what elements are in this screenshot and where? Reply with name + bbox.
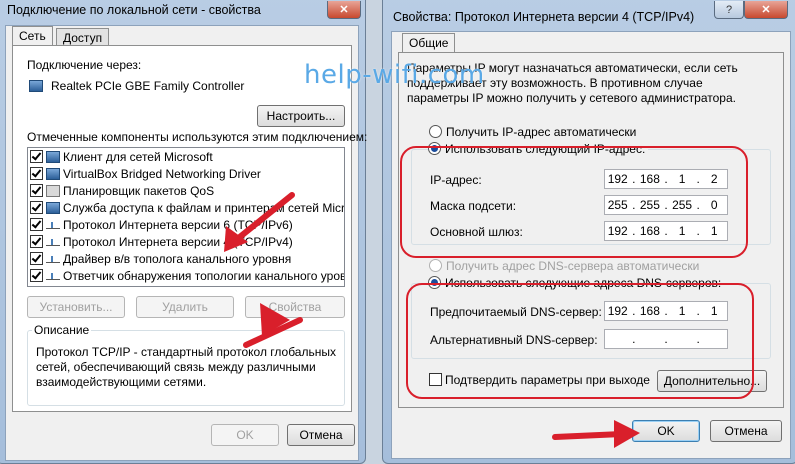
close-button[interactable]: ✕ xyxy=(327,1,361,19)
tab-network-label: Сеть xyxy=(19,29,46,43)
checkbox[interactable] xyxy=(30,218,43,232)
list-item[interactable]: Планировщик пакетов QoS xyxy=(30,183,214,200)
network-client-icon xyxy=(46,150,60,163)
list-item-label: Служба доступа к файлам и принтерам сете… xyxy=(63,201,345,215)
dialog-body: Сеть Доступ Подключение через: Realtek P… xyxy=(5,25,367,461)
description-group: Описание Протокол TCP/IP - стандартный п… xyxy=(27,323,345,406)
list-item[interactable]: Протокол Интернета версии 4 (TCP/IPv4) xyxy=(30,234,293,251)
scheduler-icon xyxy=(46,184,60,197)
list-item-label: Ответчик обнаружения топологии канальног… xyxy=(63,269,345,283)
watermark: help-wifi.com xyxy=(304,60,485,90)
checkbox[interactable] xyxy=(30,201,43,215)
tab-panel: Подключение через: Realtek PCIe GBE Fami… xyxy=(12,45,367,412)
checkbox[interactable] xyxy=(30,235,43,249)
list-item-label: Планировщик пакетов QoS xyxy=(63,184,215,198)
file-sharing-icon xyxy=(46,201,60,214)
auto-ip-label: Получить IP-адрес автоматически xyxy=(446,125,637,139)
radio-button[interactable] xyxy=(429,259,442,273)
remove-button[interactable]: Удалить xyxy=(136,296,234,318)
cancel-button[interactable]: Отмена xyxy=(287,424,355,446)
help-button[interactable]: ? xyxy=(714,1,744,19)
protocol-icon xyxy=(46,220,60,230)
window-title: Подключение по локальной сети - свойства xyxy=(7,3,261,17)
protocol-icon xyxy=(46,271,60,281)
protocol-icon xyxy=(46,237,60,247)
list-item[interactable]: Протокол Интернета версии 6 (TCP/IPv6) xyxy=(30,217,293,234)
protocol-icon xyxy=(46,254,60,264)
title-bar[interactable]: Подключение по локальной сети - свойства… xyxy=(0,0,365,19)
list-item-label: Протокол Интернета версии 6 (TCP/IPv6) xyxy=(63,218,293,232)
description-text: Протокол TCP/IP - стандартный протокол г… xyxy=(36,345,336,389)
list-item-label: Протокол Интернета версии 4 (TCP/IPv4) xyxy=(63,235,293,249)
help-icon: ? xyxy=(725,3,733,16)
checkbox[interactable] xyxy=(30,150,43,164)
checkbox[interactable] xyxy=(30,269,43,283)
list-item-label: Клиент для сетей Microsoft xyxy=(63,150,213,164)
list-item[interactable]: Ответчик обнаружения топологии канальног… xyxy=(30,268,345,285)
list-item[interactable]: Клиент для сетей Microsoft xyxy=(30,149,213,166)
network-adapter-icon xyxy=(29,80,43,92)
list-item[interactable]: Драйвер в/в тополога канального уровня xyxy=(30,251,291,268)
highlight-dns-oval xyxy=(406,283,754,399)
configure-button[interactable]: Настроить... xyxy=(257,105,345,127)
ok-button[interactable]: OK xyxy=(632,420,700,442)
auto-ip-option[interactable]: Получить IP-адрес автоматически xyxy=(429,125,636,139)
adapter-field: Realtek PCIe GBE Family Controller xyxy=(27,76,343,96)
install-button[interactable]: Установить... xyxy=(27,296,125,318)
list-item[interactable]: VirtualBox Bridged Networking Driver xyxy=(30,166,261,183)
tab-network[interactable]: Сеть xyxy=(12,26,53,46)
window-title: Свойства: Протокол Интернета версии 4 (T… xyxy=(393,10,695,24)
list-item[interactable]: Служба доступа к файлам и принтерам сете… xyxy=(30,200,345,217)
tab-general[interactable]: Общие xyxy=(402,33,456,53)
components-label: Отмеченные компоненты используются этим … xyxy=(27,130,368,144)
components-list[interactable]: Клиент для сетей Microsoft VirtualBox Br… xyxy=(27,147,345,287)
auto-dns-option[interactable]: Получить адрес DNS-сервера автоматически xyxy=(429,259,699,273)
highlight-ip-oval xyxy=(400,146,748,258)
auto-dns-label: Получить адрес DNS-сервера автоматически xyxy=(446,259,700,273)
description-legend: Описание xyxy=(32,323,92,337)
checkbox[interactable] xyxy=(30,252,43,266)
close-button[interactable]: ✕ xyxy=(744,1,788,19)
cancel-button[interactable]: Отмена xyxy=(710,420,782,442)
list-item-label: Драйвер в/в тополога канального уровня xyxy=(63,252,292,266)
close-icon: ✕ xyxy=(339,4,349,16)
checkbox[interactable] xyxy=(30,167,43,181)
properties-button[interactable]: Свойства xyxy=(245,296,345,318)
adapter-name: Realtek PCIe GBE Family Controller xyxy=(51,79,245,93)
close-icon: ✕ xyxy=(761,4,771,16)
radio-button[interactable] xyxy=(429,125,442,139)
connect-via-label: Подключение через: xyxy=(27,58,142,72)
ok-button[interactable]: OK xyxy=(211,424,279,446)
network-driver-icon xyxy=(46,167,60,180)
tab-sharing-label: Доступ xyxy=(63,31,103,45)
title-bar[interactable]: Свойства: Протокол Интернета версии 4 (T… xyxy=(383,0,795,24)
checkbox[interactable] xyxy=(30,184,43,198)
list-item-label: VirtualBox Bridged Networking Driver xyxy=(63,167,261,181)
tab-general-label: Общие xyxy=(409,36,449,50)
